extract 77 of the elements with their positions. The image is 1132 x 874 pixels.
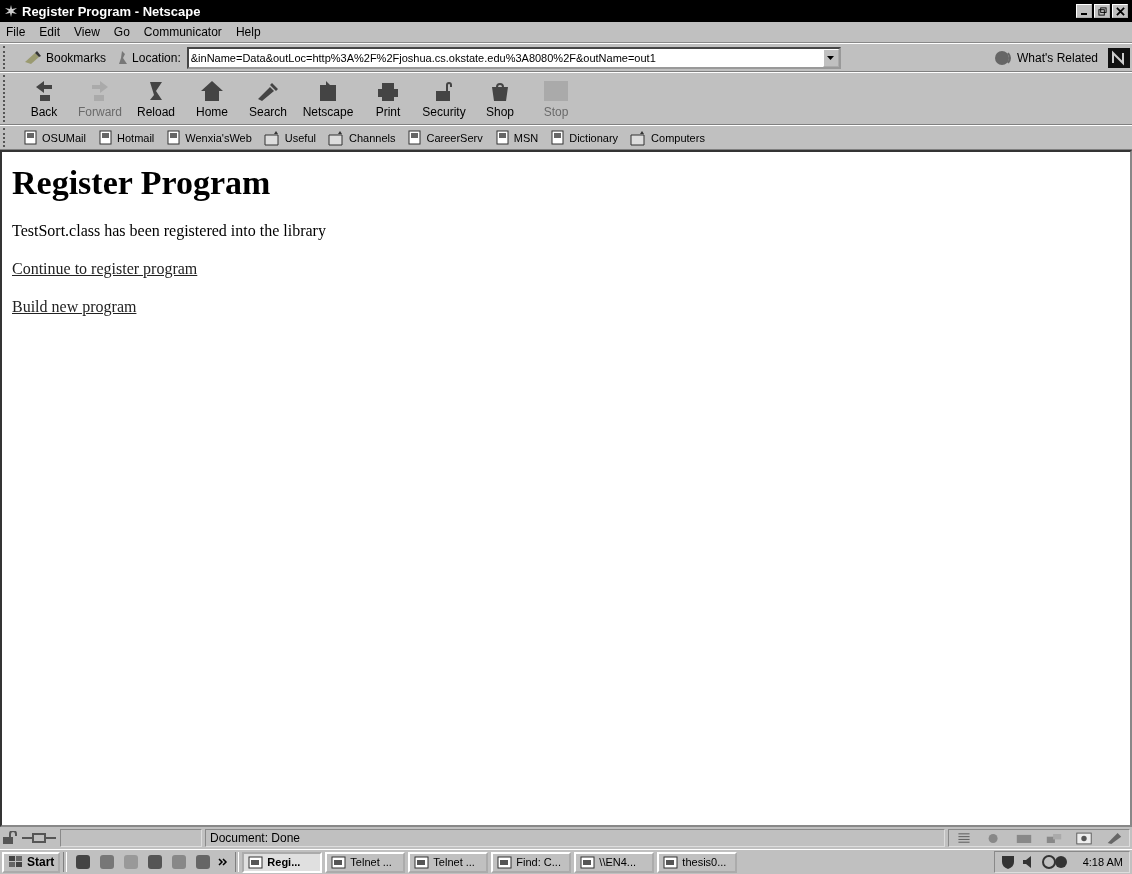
- taskbar-button[interactable]: Regi...: [242, 851, 323, 873]
- window-icon: [663, 855, 680, 869]
- bookmark-link[interactable]: MSN: [490, 129, 543, 146]
- message-text: TestSort.class has been registered into the library: [12, 222, 327, 240]
- toolbar-button[interactable]: Shop: [473, 76, 527, 121]
- bookmark-link[interactable]: Hotmail: [94, 129, 159, 146]
- app-icon: [4, 4, 18, 18]
- text-link[interactable]: Build new program: [12, 298, 137, 315]
- bookmark-link[interactable]: Wenxia'sWeb: [162, 129, 256, 146]
- network-icon: [1040, 854, 1069, 870]
- taskbar-button[interactable]: Telnet ...: [325, 851, 406, 873]
- bookmark-link[interactable]: CareerServ: [403, 129, 487, 146]
- globe-icon: [994, 49, 1014, 66]
- toolbar-button[interactable]: Home: [185, 76, 239, 121]
- taskbar-button[interactable]: Telnet ...: [408, 851, 489, 873]
- menu-item[interactable]: File: [6, 25, 26, 39]
- menu-item[interactable]: Go: [113, 25, 130, 39]
- bookmark-link[interactable]: Channels: [324, 129, 400, 146]
- taskbar-button[interactable]: Find: C...: [491, 851, 572, 873]
- minimize-button[interactable]: [1076, 4, 1092, 18]
- folder-icon: [263, 129, 282, 146]
- minimize-icon: [1081, 13, 1087, 15]
- list-icon: [955, 831, 973, 845]
- pencil-icon: [1105, 831, 1123, 845]
- window-icon: [580, 855, 597, 869]
- taskbar-button[interactable]: thesis0...: [657, 851, 738, 873]
- bookmark-link[interactable]: Computers: [626, 129, 709, 146]
- windows-logo-icon: [8, 855, 24, 869]
- page-heading: Register Program: [12, 164, 272, 202]
- quick-launch-icon[interactable]: [194, 853, 213, 871]
- toolbar-button[interactable]: Netscape: [297, 76, 359, 121]
- menu-item[interactable]: Help: [235, 25, 261, 39]
- location-label: Location:: [132, 50, 181, 65]
- page-icon: [550, 129, 567, 146]
- whats-related-button[interactable]: What's Related: [990, 49, 1102, 66]
- restore-button[interactable]: [1094, 4, 1110, 18]
- chevron-icon[interactable]: [218, 857, 229, 867]
- page-icon: [23, 129, 39, 146]
- quick-launch-icon[interactable]: [74, 853, 93, 871]
- page-icon: [98, 129, 114, 146]
- toolbar-button[interactable]: Search: [241, 76, 295, 121]
- quick-launch-icon[interactable]: [146, 853, 165, 871]
- menu-item[interactable]: View: [74, 25, 100, 39]
- text-link[interactable]: Continue to register program: [12, 260, 198, 277]
- dropdown-arrow-icon: [827, 55, 835, 60]
- window-icon: [331, 855, 348, 869]
- status-text: Document: Done: [205, 829, 945, 847]
- restore-icon: [1097, 6, 1107, 16]
- url-field[interactable]: &inName=Data&outLoc=http%3A%2F%2Fjoshua.cs.okstate.edu%3A8080%2F&outName=out1: [186, 46, 841, 69]
- toolbar-button[interactable]: Back: [17, 76, 71, 121]
- bookmark-link[interactable]: OSUMail: [19, 129, 90, 146]
- bookmark-icon: [25, 50, 43, 65]
- folder-icon: [328, 129, 346, 146]
- page-icon: [494, 129, 511, 146]
- plug-icon: [21, 831, 57, 845]
- bookmark-link[interactable]: Useful: [259, 129, 320, 146]
- window-icon: [414, 855, 431, 869]
- toolbar-button[interactable]: Reload: [129, 76, 183, 121]
- close-icon: [1115, 6, 1125, 16]
- clock: 4:18 AM: [1082, 856, 1123, 868]
- window-icon: [248, 855, 265, 869]
- shield-icon: [1000, 854, 1015, 870]
- start-button[interactable]: Start: [2, 851, 61, 873]
- menu-item[interactable]: Edit: [39, 25, 61, 39]
- bookmarks-button[interactable]: Bookmarks: [21, 50, 111, 65]
- page-icon: [166, 129, 183, 146]
- padlock-icon: [2, 831, 18, 845]
- toolbar-button[interactable]: Print: [361, 76, 415, 121]
- window-icon: [497, 855, 514, 869]
- bookmark-link[interactable]: Dictionary: [546, 129, 623, 146]
- page-icon: [407, 129, 424, 146]
- close-button[interactable]: [1112, 4, 1128, 18]
- toolbar-button[interactable]: Security: [417, 76, 471, 121]
- menu-item[interactable]: Communicator: [143, 25, 222, 39]
- address-book-icon: [1075, 831, 1093, 845]
- taskbar-button[interactable]: \\EN4...: [574, 851, 655, 873]
- window-title: Register Program - Netscape: [22, 3, 202, 19]
